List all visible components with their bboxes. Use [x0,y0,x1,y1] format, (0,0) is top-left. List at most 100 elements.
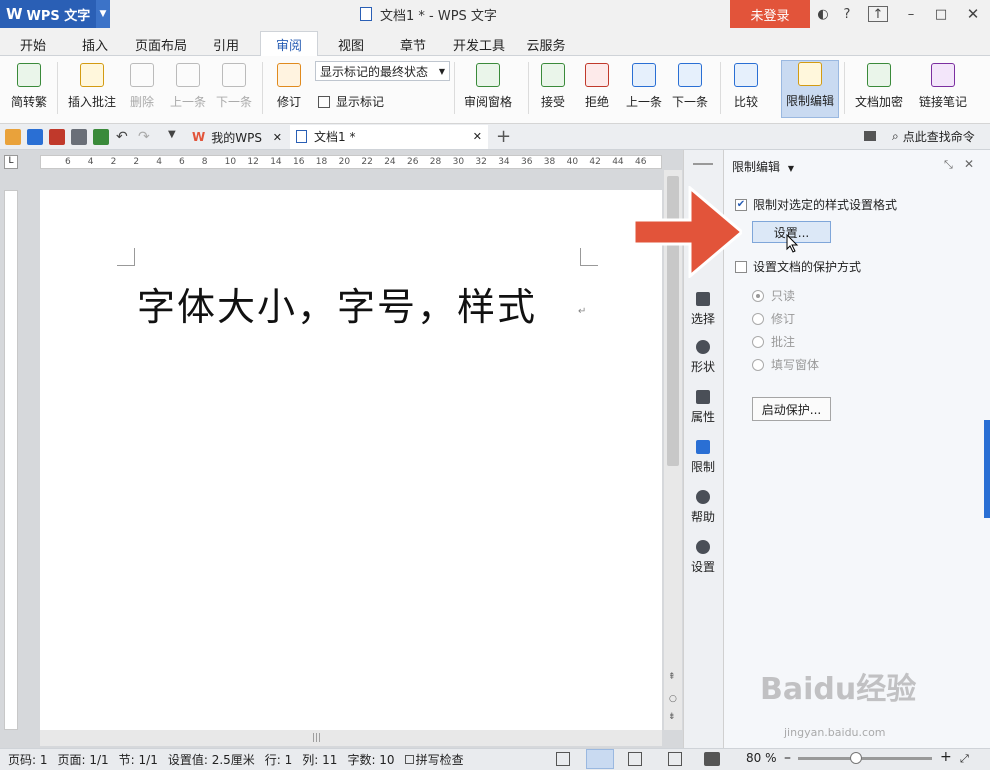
skin-icon[interactable]: ◐ [814,5,832,23]
maximize-icon[interactable]: □ [932,5,950,23]
tab-home[interactable]: 开始 [10,32,56,56]
side-item-select[interactable]: 选择 [683,292,723,327]
zoom-in-icon[interactable]: + [940,749,952,765]
new-tab-icon[interactable]: + [496,126,511,147]
document-page[interactable] [40,190,662,730]
reject-button[interactable]: 拒绝 [578,60,616,118]
close-tab-icon[interactable]: ✕ [473,130,482,143]
save-icon[interactable] [27,129,43,145]
help-icon[interactable]: ? [838,5,856,23]
undock-icon[interactable]: ⤡ [944,158,953,172]
undo-icon[interactable]: ↶ [116,129,132,145]
minimize-icon[interactable]: – [902,5,920,23]
close-icon[interactable]: ✕ [964,5,982,23]
customize-chevron-icon[interactable]: ▼ [168,129,184,145]
tab-page-layout[interactable]: 页面布局 [130,32,192,56]
tab-references[interactable]: 引用 [203,32,249,56]
horizontal-ruler[interactable]: 6 4 2 2 4 6 8 10 12 14 16 18 20 22 24 26 28 30 32 34 36 38 40 4… [40,155,662,169]
page-view-icon[interactable] [586,749,614,769]
fit-window-icon[interactable]: ⤢ [960,752,969,766]
link-notes-button[interactable]: 链接笔记 [914,60,972,118]
paragraph-mark-icon: ↵ [578,306,587,317]
window-title: 文档1 * - WPS 文字 [360,0,497,28]
print-icon[interactable] [71,129,87,145]
panel-collapse-handle[interactable] [984,420,990,518]
radio-readonly[interactable]: 只读 [752,287,795,304]
tab-cloud[interactable]: 云服务 [520,32,572,56]
vertical-ruler[interactable] [4,190,18,730]
next-comment-button[interactable]: 下一条 [212,60,256,118]
side-item-shape[interactable]: 形状 [683,340,723,375]
status-row: 行: 1 [264,753,293,767]
tab-developer[interactable]: 开发工具 [448,32,510,56]
print-preview-icon[interactable] [93,129,109,145]
reject-icon [585,63,609,87]
prev-page-icon[interactable]: ⇞ [668,672,676,682]
command-search[interactable]: ⌕ 点此查找命令 [892,128,975,145]
restrict-edit-button[interactable]: 限制编辑 [781,60,839,118]
side-item-restrict[interactable]: 限制 [683,440,723,475]
zoom-level[interactable]: 80 % [746,751,777,765]
export-pdf-icon[interactable] [49,129,65,145]
upload-icon[interactable]: ↑ [868,6,888,22]
document-text[interactable]: 字体大小，字号，样式 [137,276,537,331]
close-icon[interactable]: ✕ [964,157,974,171]
protect-eye-icon[interactable] [704,752,720,766]
tab-insert[interactable]: 插入 [72,32,118,56]
doc-encrypt-button[interactable]: 文档加密 [850,60,908,118]
select-browse-icon[interactable]: ○ [669,694,677,704]
review-pane-button[interactable]: 审阅窗格 [458,60,518,118]
link-notes-label: 链接笔记 [918,95,967,109]
prev-comment-button[interactable]: 上一条 [166,60,210,118]
tab-document1[interactable]: 文档1 * ✕ [290,125,488,149]
redo-icon[interactable]: ↷ [138,129,154,145]
side-item-label: 选择 [690,312,715,326]
web-view-icon[interactable] [668,752,682,766]
protect-option[interactable]: 设置文档的保护方式 [735,258,861,275]
revise-button[interactable]: 修订 [268,60,310,118]
horizontal-scrollbar[interactable]: ||| [40,730,662,746]
next-page-icon[interactable]: ⇟ [668,712,676,722]
tab-review[interactable]: 审阅 [260,31,318,57]
radio-comment[interactable]: 批注 [752,333,795,350]
outline-view-icon[interactable] [628,752,642,766]
login-button[interactable]: 未登录 [730,0,810,28]
tab-my-wps[interactable]: W 我的WPS ✕ [186,125,288,149]
scroll-grip[interactable]: ||| [312,733,321,743]
fullscreen-icon[interactable] [556,752,570,766]
trad-simplified-button[interactable]: 简转繁 [6,60,52,118]
wps-logo-icon: W [192,130,206,144]
zoom-out-icon[interactable]: – [784,750,791,766]
side-item-settings[interactable]: 设置 [683,540,723,575]
zoom-slider[interactable] [798,757,932,760]
gear-icon [696,540,710,554]
chevron-down-icon[interactable]: ▼ [96,0,110,28]
radio-fill-form[interactable]: 填写窗体 [752,356,819,373]
delete-comment-button[interactable]: 删除 [122,60,162,118]
restrict-format-option[interactable]: ✔ 限制对选定的样式设置格式 [735,196,897,213]
compare-button[interactable]: 比较 [726,60,766,118]
status-word-count[interactable]: 字数: 10 [347,751,394,768]
zoom-slider-knob[interactable] [850,752,862,764]
next-change-button[interactable]: 下一条 [668,60,712,118]
open-icon[interactable] [5,129,21,145]
close-tab-icon[interactable]: ✕ [273,131,282,144]
side-item-help[interactable]: 帮助 [683,490,723,525]
markup-state-select[interactable]: 显示标记的最终状态 ▼ [315,61,450,81]
panel-title[interactable]: 限制编辑 ▼ [732,158,794,175]
prev-change-button[interactable]: 上一条 [622,60,666,118]
command-icon[interactable] [864,129,878,143]
tab-chapter[interactable]: 章节 [390,32,436,56]
show-markup-button[interactable]: 显示标记 [318,93,384,110]
side-item-properties[interactable]: 属性 [683,390,723,425]
start-protection-button[interactable]: 启动保护... [752,397,831,421]
spell-check-toggle[interactable]: 拼写检查 [404,751,474,768]
app-menu-button[interactable]: W WPS 文字 ▼ [0,0,110,28]
insert-comment-button[interactable]: 插入批注 [64,60,120,118]
accept-button[interactable]: 接受 [534,60,572,118]
tab-view[interactable]: 视图 [328,32,374,56]
tab-selector[interactable]: L [4,155,18,169]
status-setting: 设置值: 2.5厘米 [167,753,255,767]
radio-revise[interactable]: 修订 [752,310,795,327]
search-icon: ⌕ [892,129,899,143]
